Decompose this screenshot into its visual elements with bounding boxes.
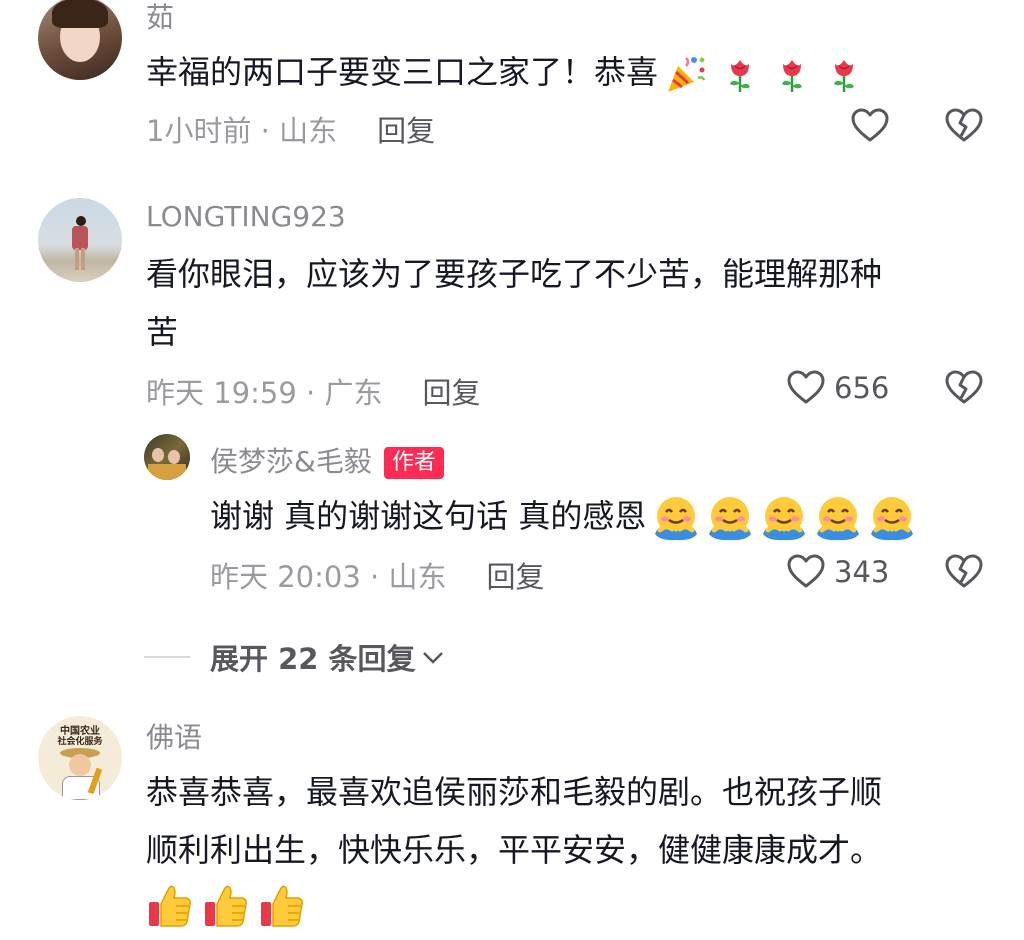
- avatar[interactable]: 中国农业 社会化服务: [38, 716, 122, 800]
- avatar[interactable]: [38, 0, 122, 80]
- reply-button[interactable]: 回复: [486, 554, 544, 596]
- divider: [144, 656, 190, 658]
- comment-text-line-2: 顺利利出生，快快乐乐，平平安安，健健康康成才。: [146, 831, 883, 869]
- like-count: 343: [834, 555, 890, 589]
- thumbs-up-icon: [146, 882, 194, 930]
- comment-text: 幸福的两口子要变三口之家了！恭喜: [146, 44, 864, 100]
- heart-icon: [786, 552, 826, 592]
- avatar[interactable]: [38, 198, 122, 282]
- hugging-face-icon: [868, 494, 916, 542]
- timestamp-location: 昨天 20:03 · 山东: [210, 560, 447, 594]
- like-button[interactable]: 656: [786, 368, 889, 408]
- comment-text-line-1: 恭喜恭喜，最喜欢追侯丽莎和毛毅的剧。也祝孩子顺: [146, 773, 883, 811]
- like-button[interactable]: [850, 106, 890, 146]
- broken-heart-icon[interactable]: [944, 552, 984, 592]
- heart-icon: [786, 368, 826, 408]
- heart-icon: [850, 106, 890, 146]
- username[interactable]: LONGTING923: [146, 200, 346, 233]
- rose-icon: [824, 54, 864, 94]
- party-popper-icon: [664, 52, 708, 96]
- reply-button[interactable]: 回复: [422, 370, 480, 412]
- reply-text: 谢谢 真的谢谢这句话 真的感恩: [210, 488, 916, 544]
- reply-avatar[interactable]: [144, 434, 190, 480]
- hugging-face-icon: [760, 494, 808, 542]
- like-count: 656: [834, 371, 890, 405]
- reply-username[interactable]: 侯梦莎&毛毅 作者: [210, 440, 444, 480]
- broken-heart-icon[interactable]: [944, 368, 984, 408]
- hugging-face-icon: [652, 494, 700, 542]
- comment-meta: 昨天 19:59 · 广东 回复: [146, 370, 480, 412]
- broken-heart-icon[interactable]: [944, 106, 984, 146]
- username[interactable]: 茹: [146, 0, 174, 36]
- expand-replies-button[interactable]: 展开 22 条回复: [144, 636, 446, 678]
- comment-text-line-2: 苦: [146, 313, 179, 351]
- thumbs-up-icon: [202, 882, 250, 930]
- reply-button[interactable]: 回复: [377, 108, 435, 150]
- rose-icon: [772, 54, 812, 94]
- hugging-face-icon: [814, 494, 862, 542]
- author-badge: 作者: [383, 447, 444, 479]
- username[interactable]: 佛语: [146, 716, 202, 756]
- reply-meta: 昨天 20:03 · 山东 回复: [210, 554, 544, 596]
- rose-icon: [720, 54, 760, 94]
- comment-emojis: [146, 882, 306, 930]
- avatar-text: 社会化服务: [57, 737, 103, 747]
- chevron-down-icon: [422, 652, 443, 664]
- timestamp-location: 1小时前 · 山东: [146, 114, 338, 148]
- timestamp-location: 昨天 19:59 · 广东: [146, 376, 383, 410]
- comment-meta: 1小时前 · 山东 回复: [146, 108, 435, 150]
- comment-text-line-1: 看你眼泪，应该为了要孩子吃了不少苦，能理解那种: [146, 255, 883, 293]
- hugging-face-icon: [706, 494, 754, 542]
- like-button[interactable]: 343: [786, 552, 889, 592]
- thumbs-up-icon: [258, 882, 306, 930]
